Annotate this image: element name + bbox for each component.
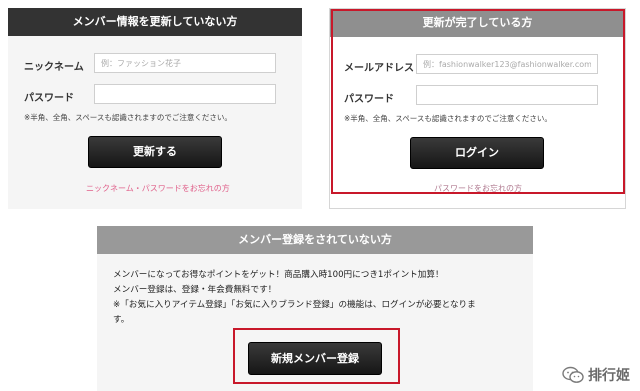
info-line: メンバーになってお得なポイントをゲット！商品購入時100円につき1ポイント加算！ xyxy=(113,270,444,280)
not-registered-header: メンバー登録をされていない方 xyxy=(97,226,533,254)
nickname-label: ニックネーム xyxy=(24,62,84,73)
info-line: ※「お気に入りアイテム登録」「お気に入りブランド登録」の機能は、ログインが必要と… xyxy=(113,300,476,310)
info-line: す。 xyxy=(113,315,130,325)
nickname-input[interactable] xyxy=(94,53,276,73)
update-button[interactable]: 更新する xyxy=(88,136,222,168)
input-note: ※半角、全角、スペースも認識されますのでご注意ください。 xyxy=(24,113,232,122)
info-line: メンバー登録は、登録・年会費無料です！ xyxy=(113,285,277,295)
watermark: 排行姬 xyxy=(562,365,630,385)
update-not-done-header: メンバー情報を更新していない方 xyxy=(8,8,302,36)
highlight-frame xyxy=(331,9,625,194)
watermark-text: 排行姬 xyxy=(588,368,630,384)
update-not-done-panel: メンバー情報を更新していない方 ニックネーム パスワード ※半角、全角、スペース… xyxy=(8,8,302,209)
wechat-icon xyxy=(562,366,584,383)
forgot-nickname-password-link[interactable]: ニックネーム・パスワードをお忘れの方 xyxy=(86,183,230,194)
password-label: パスワード xyxy=(24,93,74,104)
registration-info: メンバーになってお得なポイントをゲット！商品購入時100円につき1ポイント加算！… xyxy=(113,268,523,328)
password-input[interactable] xyxy=(94,84,276,104)
highlight-frame xyxy=(233,328,400,384)
